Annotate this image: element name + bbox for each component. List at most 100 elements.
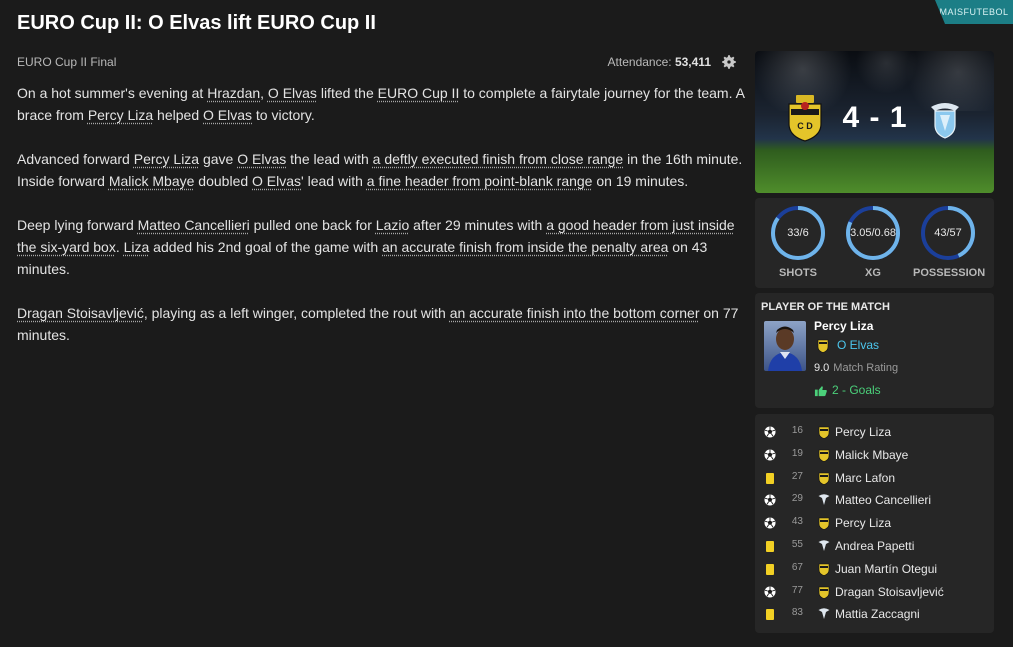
event-minute: 19 xyxy=(791,447,803,459)
club-link[interactable]: O Elvas xyxy=(203,107,252,123)
competition-stage: EURO Cup II Final xyxy=(17,55,117,69)
potm-player-name[interactable]: Percy Liza xyxy=(814,319,873,333)
player-link[interactable]: Percy Liza xyxy=(88,107,153,123)
story-text: the lead with xyxy=(286,151,373,167)
story-text: doubled xyxy=(194,173,253,189)
story-text: after 29 minutes with xyxy=(409,217,547,233)
event-row[interactable]: 19 Malick Mbaye xyxy=(755,444,994,467)
competition-link[interactable]: EURO Cup II xyxy=(378,85,460,101)
match-stats: 33/6 SHOTS 3.05/0.68 XG 43/57 POSSESSION xyxy=(755,198,994,288)
stadium-link[interactable]: Hrazdan xyxy=(207,85,260,101)
brand-badge[interactable]: MAISFUTEBOL xyxy=(935,0,1013,24)
story-paragraph-1: On a hot summer's evening at Hrazdan, O … xyxy=(17,82,747,126)
stat-xg[interactable]: 3.05/0.68 XG xyxy=(838,204,908,279)
potm-club-link[interactable]: O Elvas xyxy=(837,338,879,352)
stat-shots[interactable]: 33/6 SHOTS xyxy=(763,204,833,279)
player-link[interactable]: Dragan Stoisavljević xyxy=(17,305,144,321)
event-player[interactable]: Matteo Cancellieri xyxy=(835,493,931,507)
club-link[interactable]: Lazio xyxy=(376,217,409,233)
event-player[interactable]: Percy Liza xyxy=(835,516,891,530)
yellow-card-icon xyxy=(764,563,776,575)
lazio-crest-icon xyxy=(818,607,830,621)
lazio-crest-icon xyxy=(818,493,830,507)
story-text: gave xyxy=(199,151,238,167)
event-row[interactable]: 27 Marc Lafon xyxy=(755,467,994,490)
story-text: lifted the xyxy=(316,85,378,101)
match-events: 16 Percy Liza 19 Malick Mbaye 27 Marc Lafon 29… xyxy=(755,414,994,633)
event-minute: 27 xyxy=(791,470,803,482)
event-player[interactable]: Percy Liza xyxy=(835,425,891,439)
attendance-value: 53,411 xyxy=(674,55,711,69)
o-elvas-crest-icon[interactable]: C D xyxy=(787,94,823,142)
event-player[interactable]: Mattia Zaccagni xyxy=(835,607,920,621)
potm-goals-label: 2 - Goals xyxy=(832,383,881,397)
event-minute: 77 xyxy=(791,584,803,596)
story-paragraph-2: Advanced forward Percy Liza gave O Elvas… xyxy=(17,148,747,192)
goal-description-link[interactable]: a fine header from point-blank range xyxy=(367,173,593,189)
potm-goals: 2 - Goals xyxy=(814,383,881,397)
story-text: to victory. xyxy=(252,107,315,123)
stat-label: POSSESSION xyxy=(913,267,986,279)
o-elvas-crest-icon xyxy=(818,471,830,485)
player-avatar-icon xyxy=(768,326,802,371)
match-report-headline: EURO Cup II: O Elvas lift EURO Cup II xyxy=(17,12,376,34)
event-minute: 43 xyxy=(791,516,803,528)
stat-label: SHOTS xyxy=(779,267,817,279)
potm-rating: 9.0 Match Rating xyxy=(814,362,898,374)
thumbs-up-icon xyxy=(814,385,827,396)
story-text: On a hot summer's evening at xyxy=(17,85,208,101)
event-row[interactable]: 29 Matteo Cancellieri xyxy=(755,489,994,512)
lazio-crest-icon xyxy=(818,539,830,553)
stat-label: XG xyxy=(865,267,881,279)
story-text: Deep lying forward xyxy=(17,217,138,233)
o-elvas-crest-icon xyxy=(818,562,830,576)
o-elvas-crest-icon xyxy=(818,516,830,531)
football-icon xyxy=(764,586,776,598)
club-link[interactable]: O Elvas xyxy=(268,85,317,101)
stat-value: 43/57 xyxy=(934,227,962,239)
lazio-crest-icon[interactable] xyxy=(927,101,963,139)
o-elvas-crest-icon xyxy=(818,585,830,599)
gear-icon[interactable] xyxy=(720,53,738,71)
o-elvas-crest-icon xyxy=(817,339,829,353)
story-paragraph-4: Dragan Stoisavljević, playing as a left … xyxy=(17,302,747,346)
player-link[interactable]: Percy Liza xyxy=(134,151,199,167)
scoreboard[interactable]: C D 4 - 1 xyxy=(755,51,994,193)
club-link[interactable]: O Elvas xyxy=(237,151,286,167)
club-link[interactable]: O Elvas xyxy=(252,173,301,189)
event-minute: 55 xyxy=(791,539,803,550)
o-elvas-crest-icon xyxy=(818,448,830,462)
event-player[interactable]: Marc Lafon xyxy=(835,471,895,485)
event-minute: 29 xyxy=(791,493,803,505)
story-text: , playing as a left winger, completed th… xyxy=(143,305,450,321)
event-player[interactable]: Andrea Papetti xyxy=(835,539,914,553)
potm-rating-value: 9.0 xyxy=(814,362,830,374)
player-of-the-match: PLAYER OF THE MATCH Percy Liza O Elvas 9… xyxy=(755,293,994,408)
event-row[interactable]: 67 Juan Martín Otegui xyxy=(755,558,994,581)
event-player[interactable]: Malick Mbaye xyxy=(835,448,908,462)
event-minute: 16 xyxy=(791,425,803,436)
player-link[interactable]: Liza xyxy=(124,239,150,255)
stat-possession[interactable]: 43/57 POSSESSION xyxy=(913,204,986,279)
event-row[interactable]: 43 Percy Liza xyxy=(755,512,994,535)
yellow-card-icon xyxy=(764,472,776,484)
attendance-label: Attendance: xyxy=(607,55,672,69)
final-score: 4 - 1 xyxy=(842,101,908,134)
story-text: , xyxy=(260,85,268,101)
goal-description-link[interactable]: an accurate finish from inside the penal… xyxy=(382,239,668,255)
player-link[interactable]: Matteo Cancellieri xyxy=(138,217,250,233)
event-row[interactable]: 77 Dragan Stoisavljević xyxy=(755,581,994,604)
story-text: on 19 minutes. xyxy=(592,173,689,189)
goal-description-link[interactable]: an accurate finish into the bottom corne… xyxy=(450,305,700,321)
event-player[interactable]: Dragan Stoisavljević xyxy=(835,585,944,599)
player-photo[interactable] xyxy=(764,321,806,371)
event-row[interactable]: 83 Mattia Zaccagni xyxy=(755,603,994,626)
story-text: helped xyxy=(153,107,203,123)
goal-description-link[interactable]: a deftly executed finish from close rang… xyxy=(373,151,624,167)
event-player[interactable]: Juan Martín Otegui xyxy=(835,562,937,576)
event-row[interactable]: 16 Percy Liza xyxy=(755,421,994,444)
player-link[interactable]: Malick Mbaye xyxy=(109,173,195,189)
attendance: Attendance: 53,411 xyxy=(608,55,711,69)
stat-value: 3.05/0.68 xyxy=(850,227,896,239)
event-row[interactable]: 55 Andrea Papetti xyxy=(755,535,994,558)
